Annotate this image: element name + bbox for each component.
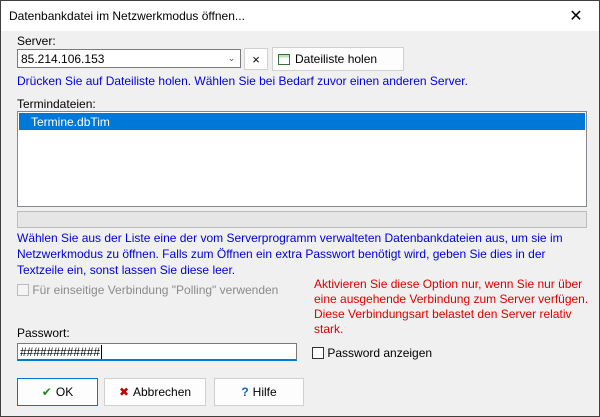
dialog-window: Datenbankdatei im Netzwerkmodus öffnen..… — [0, 0, 600, 417]
help-label: Hilfe — [252, 385, 277, 399]
password-value: ############ — [20, 345, 101, 359]
list-item[interactable]: Termine.dbTim — [19, 113, 585, 130]
show-password-checkbox[interactable] — [312, 346, 324, 359]
clear-server-button[interactable]: × — [244, 48, 268, 70]
check-icon: ✔ — [41, 385, 52, 399]
fetch-file-list-label: Dateiliste holen — [295, 52, 378, 66]
ok-button[interactable]: ✔ OK — [17, 378, 98, 406]
server-value: 85.214.106.153 — [21, 52, 105, 66]
server-combobox[interactable]: 85.214.106.153 ⌄ — [17, 49, 241, 68]
description-text: Wählen Sie aus der Liste eine der vom Se… — [17, 230, 563, 278]
polling-label: Für einseitige Verbindung "Polling" verw… — [32, 282, 279, 297]
show-password-label: Password anzeigen — [327, 345, 433, 360]
close-icon[interactable]: ✕ — [553, 1, 599, 31]
description-line: Textzeile ein, sonst lassen Sie diese le… — [17, 263, 236, 277]
cross-icon: ✖ — [118, 385, 129, 399]
warning-line: stark. — [314, 322, 344, 336]
help-button[interactable]: ? Hilfe — [214, 378, 304, 406]
polling-checkbox[interactable] — [17, 283, 29, 296]
ok-label: OK — [55, 385, 74, 399]
password-label: Passwort: — [17, 326, 70, 340]
cancel-button[interactable]: ✖ Abbrechen — [104, 378, 206, 406]
fetch-file-list-button[interactable]: Dateiliste holen — [272, 47, 404, 71]
files-label: Termindateien: — [17, 97, 96, 111]
server-hint: Drücken Sie auf Dateiliste holen. Wählen… — [17, 74, 468, 88]
chevron-down-icon[interactable]: ⌄ — [223, 50, 240, 67]
description-line: Netzwerkmodus zu öffnen. Falls zum Öffne… — [17, 247, 546, 261]
show-password-option[interactable]: Password anzeigen — [312, 345, 432, 360]
close-icon: × — [252, 51, 260, 67]
warning-line: Aktivieren Sie diese Option nur, wenn Si… — [314, 277, 583, 291]
warning-line: eine ausgehende Verbindung zum Server ve… — [314, 292, 589, 306]
cancel-label: Abbrechen — [133, 385, 192, 399]
question-icon: ? — [241, 385, 249, 399]
server-label: Server: — [17, 34, 56, 48]
polling-warning: Aktivieren Sie diese Option nur, wenn Si… — [314, 277, 588, 337]
warning-line: Diese Verbindungsart belastet den Server… — [314, 307, 572, 321]
file-listbox[interactable]: Termine.dbTim — [17, 111, 587, 207]
title-bar: Datenbankdatei im Netzwerkmodus öffnen..… — [1, 1, 599, 31]
description-line: Wählen Sie aus der Liste eine der vom Se… — [17, 231, 563, 245]
polling-option[interactable]: Für einseitige Verbindung "Polling" verw… — [17, 282, 278, 297]
list-item-label: Termine.dbTim — [31, 115, 110, 129]
password-field[interactable]: ############ — [17, 343, 297, 361]
file-list-icon — [278, 53, 290, 65]
window-title: Datenbankdatei im Netzwerkmodus öffnen..… — [9, 9, 245, 23]
progress-bar — [17, 211, 587, 228]
